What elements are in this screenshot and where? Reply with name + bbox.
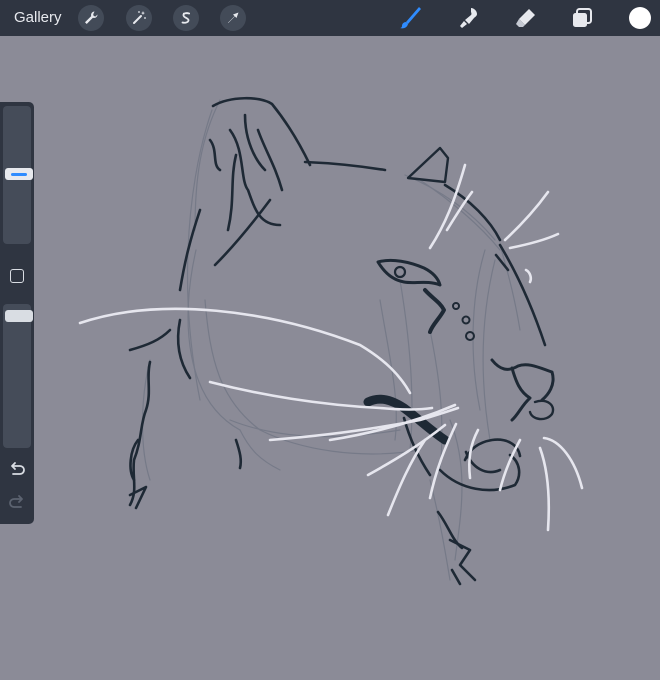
adjustments-button[interactable] (126, 5, 152, 31)
eraser-icon (516, 9, 535, 27)
layers-button[interactable] (568, 4, 596, 32)
layers-icon (573, 8, 592, 27)
gallery-button[interactable]: Gallery (14, 9, 62, 26)
transform-button[interactable] (220, 5, 246, 31)
move-icon (228, 12, 239, 23)
eraser-button[interactable] (512, 4, 540, 32)
color-swatch[interactable] (629, 7, 651, 29)
whisker-layer (78, 163, 584, 532)
top-toolbar: Gallery (0, 0, 660, 36)
smudge-icon (460, 8, 477, 28)
brush-icon (400, 7, 421, 29)
selection-button[interactable] (173, 5, 199, 31)
drawing-canvas[interactable] (0, 36, 660, 680)
brush-button[interactable] (396, 4, 424, 32)
smudge-button[interactable] (455, 4, 483, 32)
actions-button[interactable] (78, 5, 104, 31)
magic-wand-icon (133, 11, 146, 24)
ink-layer (128, 96, 555, 586)
wrench-icon (85, 11, 98, 24)
selection-icon (181, 12, 190, 24)
